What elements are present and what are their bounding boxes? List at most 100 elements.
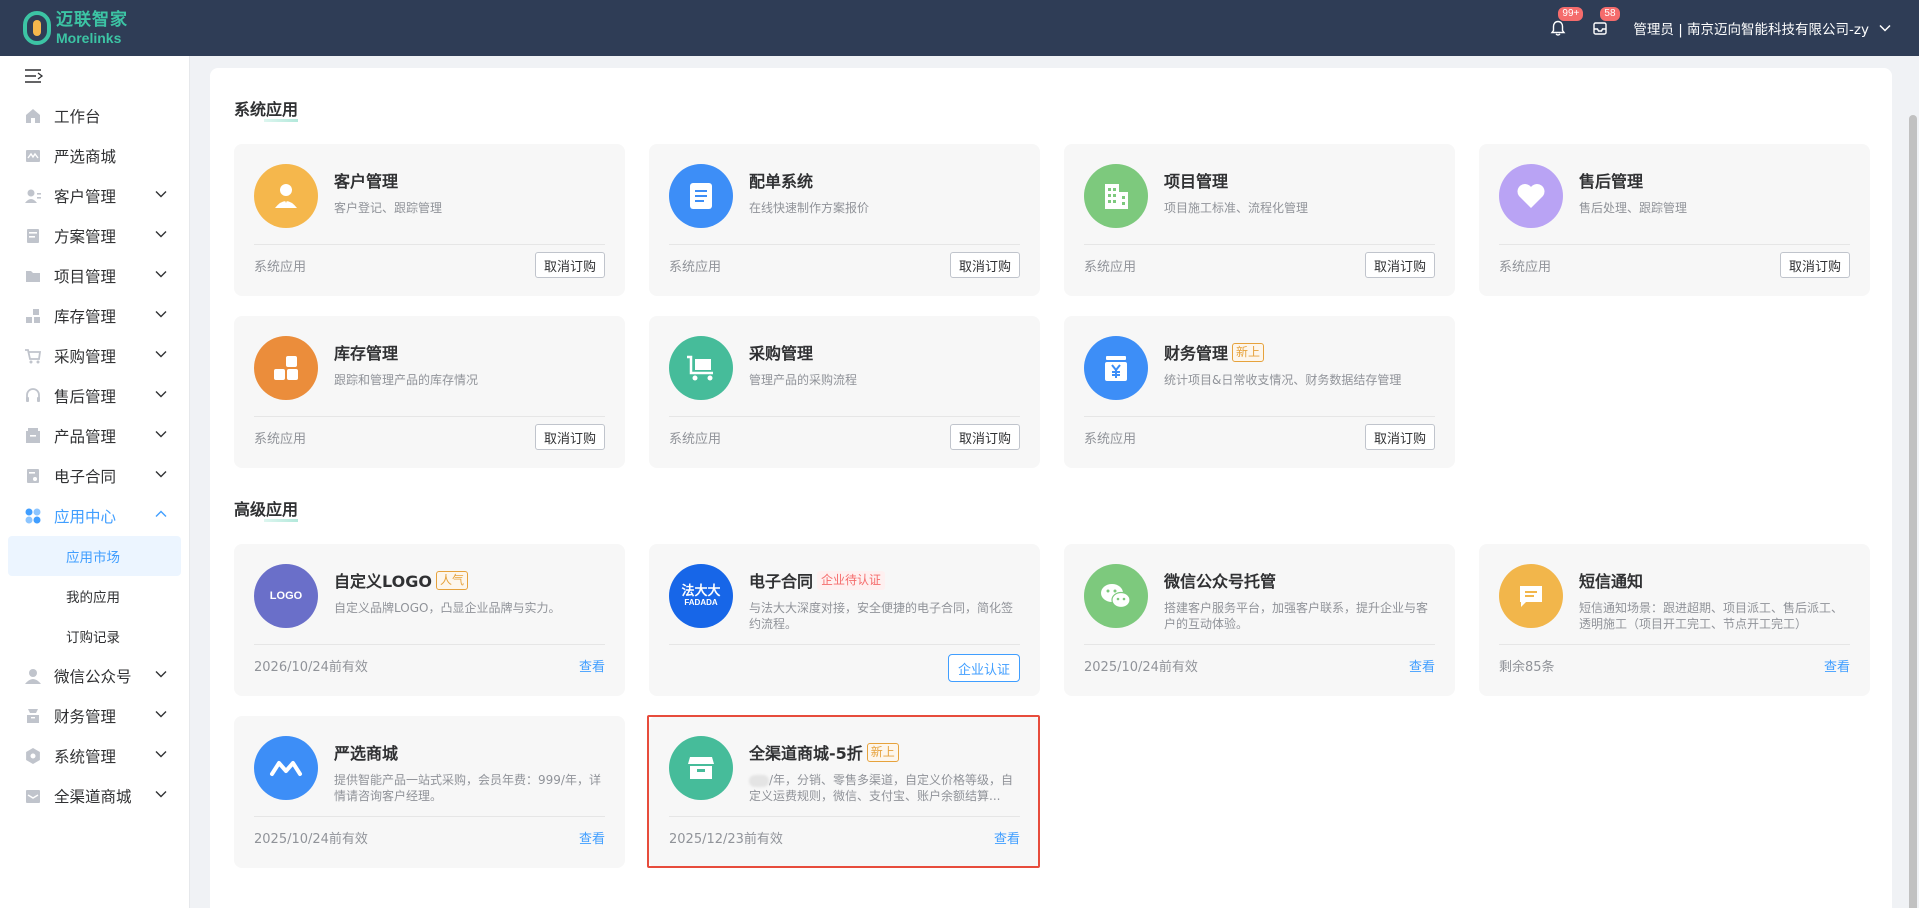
chevron-down-icon — [155, 471, 167, 478]
sidebar-item-inventory[interactable]: 库存管理 — [0, 296, 189, 336]
sidebar-menu: 工作台 严选商城 客户管理 方案管理 项目管理 库存管理 采购管理 售后管理 产… — [0, 96, 189, 816]
unsubscribe-button[interactable]: 取消订购 — [1364, 424, 1435, 450]
view-link[interactable]: 查看 — [579, 828, 605, 847]
notification-bell[interactable]: 99+ — [1547, 6, 1585, 39]
section-title-advanced-apps: 高级应用 — [234, 496, 298, 522]
sidebar-collapse-button[interactable] — [24, 68, 44, 84]
sidebar-item-projects[interactable]: 项目管理 — [0, 256, 189, 296]
mall-icon — [24, 147, 42, 165]
finance-icon — [24, 707, 42, 725]
yen-icon — [1084, 336, 1148, 400]
settings-icon — [24, 747, 42, 765]
app-card-sms: 短信通知 短信通知场景：跟进超期、项目派工、售后派工、透明施工（项目开工完工、节… — [1479, 544, 1870, 696]
sidebar-item-plans[interactable]: 方案管理 — [0, 216, 189, 256]
user-account-menu[interactable]: 管理员 | 南京迈向智能科技有限公司-zy — [1633, 18, 1869, 38]
chevron-down-icon[interactable] — [1879, 24, 1891, 32]
unsubscribe-button[interactable]: 取消订购 — [534, 424, 605, 450]
app-footer: 系统应用 — [254, 260, 307, 275]
brand-logo[interactable]: 迈联智家 Morelinks — [22, 11, 128, 45]
chevron-up-icon — [155, 510, 167, 517]
mall-logo-icon — [254, 736, 318, 800]
home-icon — [24, 107, 42, 125]
sidebar-item-label: 产品管理 — [54, 428, 117, 446]
app-description: 管理产品的采购流程 — [749, 373, 858, 387]
sidebar-item-label: 全渠道商城 — [54, 788, 132, 806]
new-tag: 新上 — [1232, 342, 1265, 362]
sidebar-item-label: 电子合同 — [54, 468, 117, 486]
sidebar-item-workbench[interactable]: 工作台 — [0, 96, 189, 136]
app-card-after-sales: 售后管理 售后处理、跟踪管理 系统应用 取消订购 — [1479, 144, 1870, 296]
sidebar-item-contracts[interactable]: 电子合同 — [0, 456, 189, 496]
app-title: 全渠道商城-5折 新上 — [749, 740, 899, 764]
chevron-down-icon — [155, 191, 167, 198]
sidebar-item-customers[interactable]: 客户管理 — [0, 176, 189, 216]
message-inbox[interactable]: 58 — [1589, 6, 1621, 39]
sidebar-item-system[interactable]: 系统管理 — [0, 736, 189, 776]
app-expiry: 2025/10/24前有效 — [1084, 660, 1198, 675]
app-market-panel: 系统应用 客户管理 客户登记、跟踪管理 系统应用 取消订购 配单系统 在线快速制… — [210, 68, 1892, 908]
app-title: 售后管理 — [1579, 172, 1644, 191]
enterprise-certify-button[interactable]: 企业认证 — [947, 654, 1020, 682]
inbox-icon — [1593, 22, 1608, 35]
app-card-project: 项目管理 项目施工标准、流程化管理 系统应用 取消订购 — [1064, 144, 1455, 296]
sidebar-item-products[interactable]: 产品管理 — [0, 416, 189, 456]
sms-remaining: 剩余85条 — [1499, 660, 1555, 675]
heart-icon — [1499, 164, 1563, 228]
chevron-down-icon — [155, 391, 167, 398]
sidebar-item-mall[interactable]: 严选商城 — [0, 136, 189, 176]
person-icon — [254, 164, 318, 228]
sidebar-item-after-sales[interactable]: 售后管理 — [0, 376, 189, 416]
sidebar-item-wechat[interactable]: 微信公众号 — [0, 656, 189, 696]
boxes-icon — [254, 336, 318, 400]
unsubscribe-button[interactable]: 取消订购 — [1779, 252, 1850, 278]
sidebar-item-omni-store[interactable]: 全渠道商城 — [0, 776, 189, 816]
popular-tag: 人气 — [435, 570, 468, 590]
app-card-customer: 客户管理 客户登记、跟踪管理 系统应用 取消订购 — [234, 144, 625, 296]
product-icon — [24, 427, 42, 445]
sidebar-item-app-center[interactable]: 应用中心 — [0, 496, 189, 536]
app-card-wechat-hosting: 微信公众号托管 搭建客户服务平台，加强客户联系，提升企业与客户的互动体验。 20… — [1064, 544, 1455, 696]
sidebar-item-finance[interactable]: 财务管理 — [0, 696, 189, 736]
sidebar-item-purchase[interactable]: 采购管理 — [0, 336, 189, 376]
app-card-purchase: 采购管理 管理产品的采购流程 系统应用 取消订购 — [649, 316, 1040, 468]
sidebar-item-label: 工作台 — [54, 108, 101, 126]
page-scrollbar[interactable] — [1909, 115, 1917, 908]
top-header: 迈联智家 Morelinks 99+ 58 管理员 | 南京迈向智能科技有限公司… — [0, 0, 1919, 56]
app-footer: 系统应用 — [254, 432, 307, 447]
sidebar-subitem-orders[interactable]: 订购记录 — [0, 616, 189, 656]
document-icon — [669, 164, 733, 228]
view-link[interactable]: 查看 — [1409, 656, 1435, 675]
view-link[interactable]: 查看 — [579, 656, 605, 675]
sidebar-subitem-my-apps[interactable]: 我的应用 — [0, 576, 189, 616]
view-link[interactable]: 查看 — [1824, 656, 1850, 675]
fadada-logo-icon: 法大大 FADADA — [669, 564, 733, 628]
sidebar-item-label: 售后管理 — [54, 388, 117, 406]
sidebar-item-label: 客户管理 — [54, 188, 117, 206]
sidebar-subitem-app-market[interactable]: 应用市场 — [8, 536, 181, 576]
unsubscribe-button[interactable]: 取消订购 — [949, 252, 1020, 278]
app-title: 财务管理 新上 — [1164, 340, 1265, 364]
wechat-account-icon — [24, 667, 42, 685]
chevron-down-icon — [155, 271, 167, 278]
unsubscribe-button[interactable]: 取消订购 — [1364, 252, 1435, 278]
app-description: 售后处理、跟踪管理 — [1579, 201, 1688, 215]
chevron-down-icon — [155, 311, 167, 318]
app-footer: 系统应用 — [1084, 260, 1137, 275]
app-description: 客户登记、跟踪管理 — [334, 201, 443, 215]
sidebar-item-label: 应用中心 — [54, 508, 117, 526]
unsubscribe-button[interactable]: 取消订购 — [534, 252, 605, 278]
inventory-icon — [24, 307, 42, 325]
app-description: 搭建客户服务平台，加强客户联系，提升企业与客户的互动体验。 — [1164, 601, 1429, 631]
app-title: 库存管理 — [334, 344, 399, 363]
app-card-e-contract: 法大大 FADADA 电子合同 企业待认证 与法大大深度对接，安全便捷的电子合同，… — [649, 544, 1040, 696]
sidebar-item-label: 严选商城 — [54, 148, 117, 166]
view-link[interactable]: 查看 — [994, 828, 1020, 847]
app-description: 与法大大深度对接，安全便捷的电子合同，简化签约流程。 — [749, 601, 1014, 631]
app-title: 配单系统 — [749, 172, 814, 191]
store-icon — [24, 787, 42, 805]
app-description: 短信通知场景：跟进超期、项目派工、售后派工、透明施工（项目开工完工、节点开工完工… — [1579, 601, 1844, 631]
app-expiry: 2025/10/24前有效 — [254, 832, 368, 847]
unsubscribe-button[interactable]: 取消订购 — [949, 424, 1020, 450]
app-description: 项目施工标准、流程化管理 — [1164, 201, 1309, 215]
chevron-down-icon — [155, 431, 167, 438]
